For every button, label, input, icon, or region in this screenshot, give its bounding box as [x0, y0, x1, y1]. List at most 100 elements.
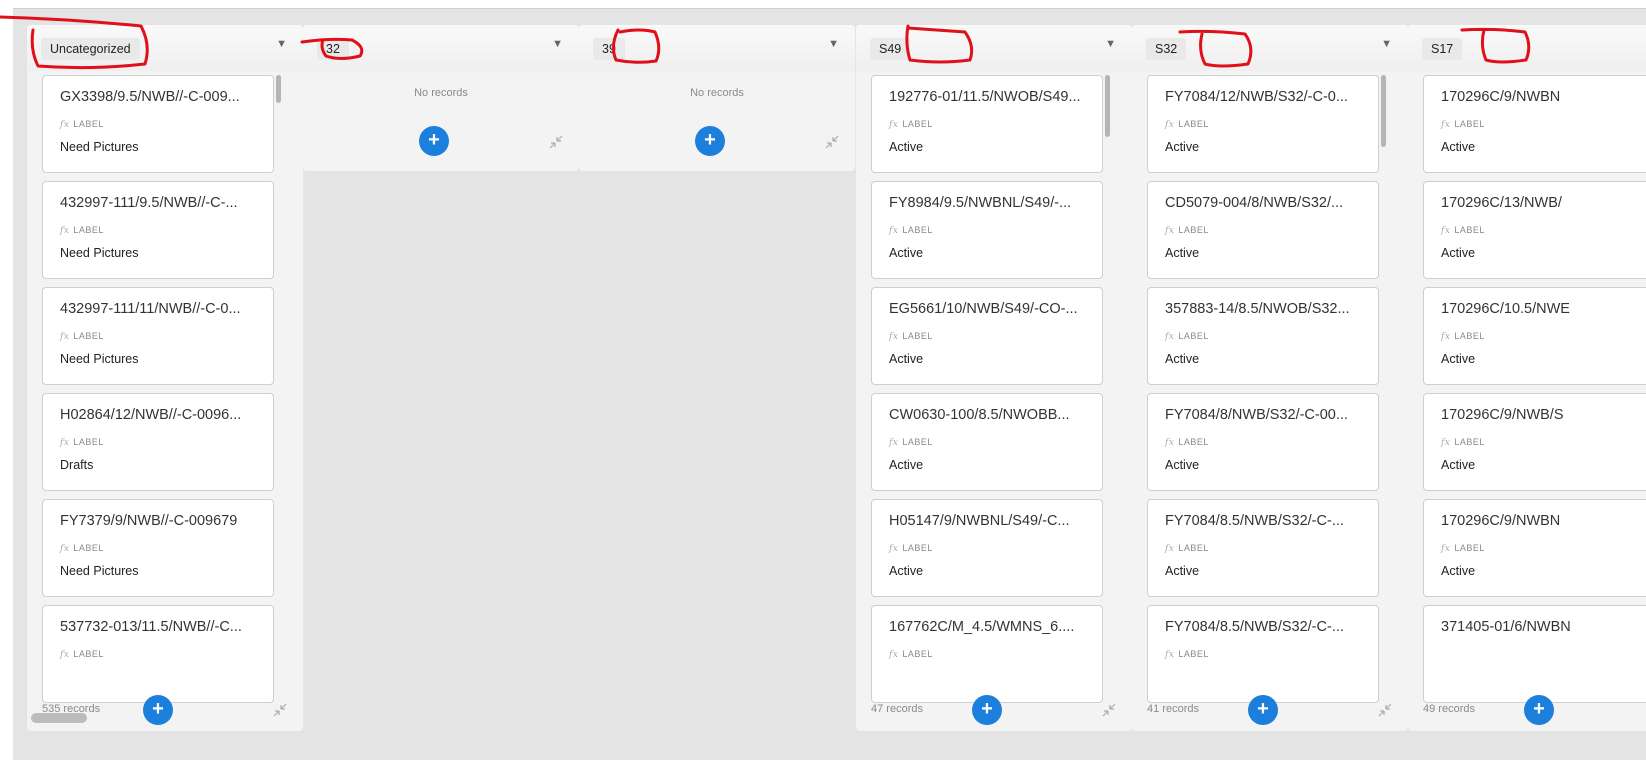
collapse-icon[interactable]	[825, 135, 839, 149]
collapse-icon[interactable]	[1102, 703, 1116, 717]
record-card[interactable]: 432997-111/11/NWB//-C-0... fx LABEL Need …	[42, 287, 274, 385]
kanban-board: Uncategorized ▼ GX3398/9.5/NWB//-C-009..…	[13, 8, 1646, 760]
caret-down-icon[interactable]: ▼	[276, 38, 287, 50]
record-card[interactable]: 170296C/9/NWB/S fx LABEL Active	[1423, 393, 1646, 491]
record-card[interactable]: 170296C/13/NWB/ fx LABEL Active	[1423, 181, 1646, 279]
field-label: LABEL	[902, 543, 933, 553]
formula-icon: fx	[1165, 332, 1175, 342]
column-footer: 47 records +	[856, 689, 1132, 731]
card-list: FY7084/12/NWB/S32/-C-0... fx LABEL Active…	[1147, 75, 1391, 707]
card-list: 192776-01/11.5/NWOB/S49... fx LABEL Activ…	[871, 75, 1115, 707]
formula-icon: fx	[889, 332, 899, 342]
field-label: LABEL	[1454, 331, 1485, 341]
formula-icon: fx	[889, 544, 899, 554]
card-title: CD5079-004/8/NWB/S32/...	[1165, 195, 1344, 211]
vertical-scrollbar[interactable]	[1381, 75, 1386, 147]
horizontal-scrollbar[interactable]	[31, 713, 87, 723]
caret-down-icon[interactable]: ▼	[1105, 38, 1116, 50]
add-record-button[interactable]: +	[143, 695, 173, 725]
card-title: CW0630-100/8.5/NWOBB...	[889, 407, 1070, 423]
record-card[interactable]: FY7084/12/NWB/S32/-C-0... fx LABEL Active	[1147, 75, 1379, 173]
card-list: GX3398/9.5/NWB//-C-009... fx LABEL Need P…	[42, 75, 286, 707]
card-value: Active	[1165, 352, 1200, 366]
card-value: Need Pictures	[60, 352, 139, 366]
field-label: LABEL	[1178, 119, 1209, 129]
formula-icon: fx	[1441, 120, 1451, 130]
card-title: 170296C/13/NWB/	[1441, 195, 1562, 211]
column-header: S32 ▼	[1132, 25, 1408, 71]
field-label: LABEL	[73, 331, 104, 341]
column-39: 39 ▼ No records +	[579, 25, 855, 171]
record-count: 47 records	[871, 703, 923, 715]
caret-down-icon[interactable]: ▼	[1381, 38, 1392, 50]
vertical-scrollbar[interactable]	[1105, 75, 1110, 137]
record-card[interactable]: EG5661/10/NWB/S49/-CO-... fx LABEL Active	[871, 287, 1103, 385]
column-s17: S17 170296C/9/NWBN fx LABEL Active 170296…	[1408, 25, 1646, 731]
empty-state-text: No records	[414, 87, 468, 99]
column-footer: 535 records +	[27, 689, 303, 731]
field-label: LABEL	[1454, 543, 1485, 553]
formula-icon: fx	[1441, 226, 1451, 236]
record-card[interactable]: 170296C/10.5/NWE fx LABEL Active	[1423, 287, 1646, 385]
record-card[interactable]: 357883-14/8.5/NWOB/S32... fx LABEL Active	[1147, 287, 1379, 385]
field-label: LABEL	[1178, 437, 1209, 447]
card-title: EG5661/10/NWB/S49/-CO-...	[889, 301, 1078, 317]
card-title: 170296C/10.5/NWE	[1441, 301, 1570, 317]
formula-icon: fx	[60, 438, 70, 448]
card-title: 170296C/9/NWBN	[1441, 89, 1561, 105]
card-value: Active	[1165, 458, 1200, 472]
card-value: Need Pictures	[60, 246, 139, 260]
record-card[interactable]: CD5079-004/8/NWB/S32/... fx LABEL Active	[1147, 181, 1379, 279]
add-record-button[interactable]: +	[695, 126, 725, 156]
column-title: S32	[1146, 38, 1187, 60]
column-s49: S49 ▼ 192776-01/11.5/NWOB/S49... fx LABEL…	[856, 25, 1132, 731]
field-label: LABEL	[73, 119, 104, 129]
card-title: 167762C/M_4.5/WMNS_6....	[889, 619, 1075, 635]
formula-icon: fx	[1165, 650, 1175, 660]
record-card[interactable]: H05147/9/NWBNL/S49/-C... fx LABEL Active	[871, 499, 1103, 597]
record-card[interactable]: FY7084/8/NWB/S32/-C-00... fx LABEL Active	[1147, 393, 1379, 491]
column-header: S17	[1408, 25, 1646, 71]
add-record-button[interactable]: +	[419, 126, 449, 156]
card-title: 432997-111/11/NWB//-C-0...	[60, 301, 241, 317]
vertical-scrollbar[interactable]	[276, 75, 281, 103]
record-card[interactable]: H02864/12/NWB//-C-0096... fx LABEL Drafts	[42, 393, 274, 491]
formula-icon: fx	[889, 438, 899, 448]
card-title: 170296C/9/NWB/S	[1441, 407, 1564, 423]
collapse-icon[interactable]	[1378, 703, 1392, 717]
record-count: 49 records	[1423, 703, 1475, 715]
field-label: LABEL	[73, 543, 104, 553]
record-card[interactable]: CW0630-100/8.5/NWOBB... fx LABEL Active	[871, 393, 1103, 491]
card-value: Active	[889, 246, 924, 260]
record-card[interactable]: GX3398/9.5/NWB//-C-009... fx LABEL Need P…	[42, 75, 274, 173]
collapse-icon[interactable]	[273, 703, 287, 717]
add-record-button[interactable]: +	[1248, 695, 1278, 725]
caret-down-icon[interactable]: ▼	[828, 38, 839, 50]
add-record-button[interactable]: +	[972, 695, 1002, 725]
card-title: 357883-14/8.5/NWOB/S32...	[1165, 301, 1350, 317]
column-title: S17	[1422, 38, 1463, 60]
record-card[interactable]: FY7379/9/NWB//-C-009679 fx LABEL Need Pic…	[42, 499, 274, 597]
formula-icon: fx	[1441, 438, 1451, 448]
collapse-icon[interactable]	[549, 135, 563, 149]
record-card[interactable]: 170296C/9/NWBN fx LABEL Active	[1423, 499, 1646, 597]
column-title: Uncategorized	[41, 38, 140, 60]
record-card[interactable]: FY7084/8.5/NWB/S32/-C-... fx LABEL Active	[1147, 499, 1379, 597]
card-value: Need Pictures	[60, 140, 139, 154]
record-card[interactable]: 432997-111/9.5/NWB//-C-... fx LABEL Need …	[42, 181, 274, 279]
card-value: Active	[1441, 458, 1476, 472]
record-card[interactable]: 192776-01/11.5/NWOB/S49... fx LABEL Activ…	[871, 75, 1103, 173]
caret-down-icon[interactable]: ▼	[552, 38, 563, 50]
add-record-button[interactable]: +	[1524, 695, 1554, 725]
record-card[interactable]: FY8984/9.5/NWBNL/S49/-... fx LABEL Active	[871, 181, 1103, 279]
card-title: 537732-013/11.5/NWB//-C...	[60, 619, 242, 635]
record-card[interactable]: 170296C/9/NWBN fx LABEL Active	[1423, 75, 1646, 173]
formula-icon: fx	[1165, 226, 1175, 236]
field-label: LABEL	[73, 437, 104, 447]
field-label: LABEL	[1178, 649, 1209, 659]
card-value: Active	[1441, 246, 1476, 260]
card-value: Drafts	[60, 458, 94, 472]
formula-icon: fx	[60, 544, 70, 554]
formula-icon: fx	[889, 226, 899, 236]
formula-icon: fx	[60, 650, 70, 660]
